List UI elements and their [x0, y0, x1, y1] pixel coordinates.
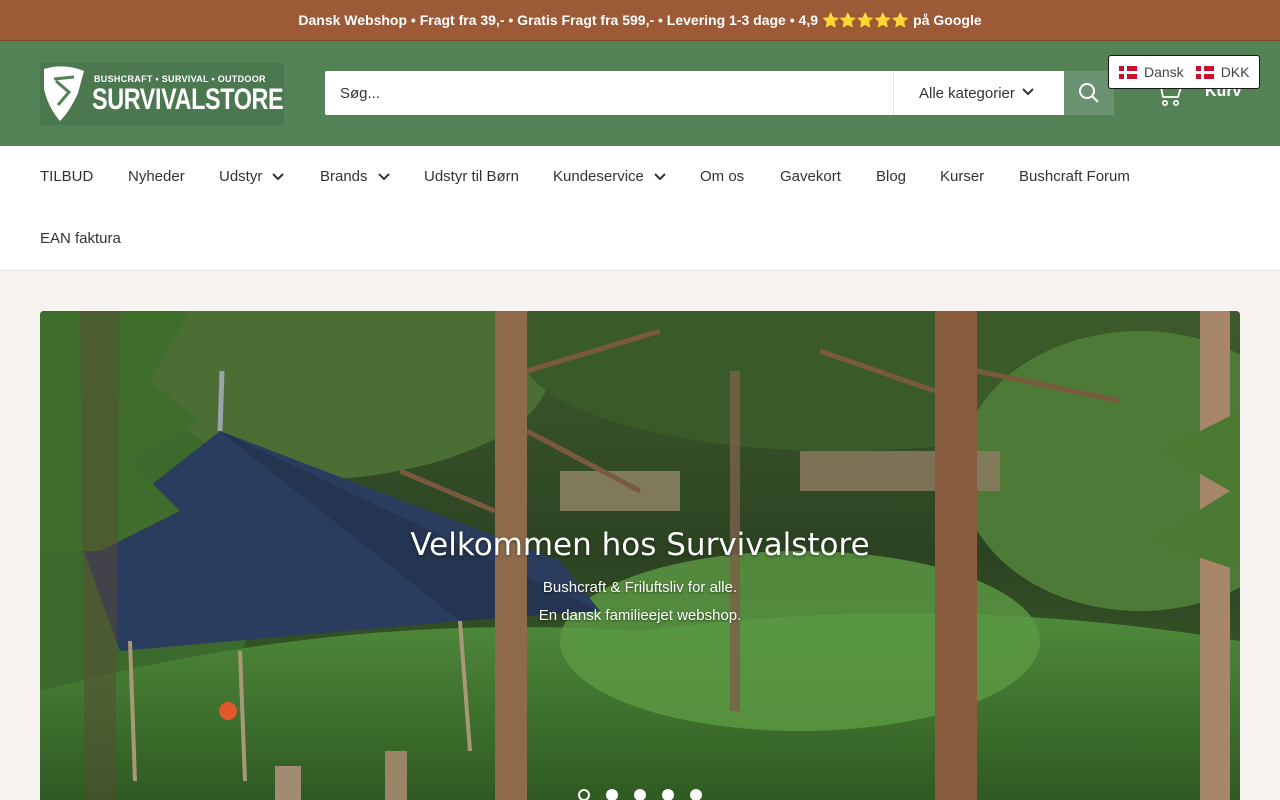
language-label: Dansk	[1144, 64, 1184, 80]
nav-item-om-os[interactable]: Om os	[700, 168, 744, 185]
announcement-google: på Google	[913, 12, 982, 28]
nav-item-label: EAN faktura	[40, 230, 121, 247]
nav-item-udstyr[interactable]: Udstyr	[219, 168, 285, 185]
nav-item-label: TILBUD	[40, 168, 94, 185]
logo-name: SURVIVALSTORE	[92, 83, 284, 116]
rating-stars: ⭐⭐⭐⭐⭐	[822, 11, 910, 28]
chevron-down-icon	[272, 172, 285, 180]
language-selector[interactable]: Dansk	[1119, 64, 1184, 80]
search-icon	[1079, 83, 1099, 103]
hero-slideshow[interactable]: Velkommen hos Survivalstore Bushcraft & …	[40, 311, 1240, 800]
site-logo[interactable]: BUSHCRAFT • SURVIVAL • OUTDOOR SURVIVALS…	[40, 63, 284, 125]
nav-item-gavekort[interactable]: Gavekort	[780, 168, 841, 185]
denmark-flag-icon	[1195, 65, 1214, 79]
search-input[interactable]	[325, 71, 893, 115]
locale-selector[interactable]: Dansk DKK	[1108, 55, 1260, 89]
search-button[interactable]	[1064, 71, 1114, 115]
currency-selector[interactable]: DKK	[1195, 64, 1250, 80]
currency-label: DKK	[1220, 64, 1250, 80]
slide-dot-2[interactable]	[606, 789, 618, 800]
slide-dot-5[interactable]	[690, 789, 702, 800]
nav-item-ean-faktura[interactable]: EAN faktura	[40, 230, 121, 247]
nav-item-label: Om os	[700, 168, 745, 185]
hero-subtitle-2: En dansk familieejet webshop.	[538, 607, 742, 624]
nav-item-brands[interactable]: Brands	[320, 168, 390, 185]
site-header: BUSHCRAFT • SURVIVAL • OUTDOOR SURVIVALS…	[0, 41, 1280, 146]
nav-item-tilbud[interactable]: TILBUD	[40, 168, 93, 185]
nav-item-label: Nyheder	[128, 168, 185, 185]
hero-subtitle-1: Bushcraft & Friluftsliv for alle.	[542, 579, 738, 596]
chevron-down-icon	[1022, 88, 1034, 96]
main-navigation: TILBUD Nyheder Udstyr Brands Udstyr til …	[0, 146, 1280, 271]
nav-item-bushcraft-forum[interactable]: Bushcraft Forum	[1019, 168, 1130, 185]
category-select[interactable]: Alle kategorier	[893, 71, 1064, 115]
nav-item-label: Blog	[876, 168, 907, 185]
hero-title: Velkommen hos Survivalstore	[410, 527, 870, 563]
slide-indicators	[578, 789, 718, 800]
search-bar: Alle kategorier	[325, 71, 1114, 115]
slide-dot-1[interactable]	[578, 789, 590, 800]
chevron-down-icon	[377, 172, 390, 180]
slide-dot-3[interactable]	[634, 789, 646, 800]
nav-item-label: Kundeservice	[553, 168, 644, 185]
nav-item-label: Bushcraft Forum	[1019, 168, 1130, 185]
chevron-down-icon	[654, 172, 666, 180]
arrowhead-logo-icon	[44, 66, 84, 121]
nav-item-nyheder[interactable]: Nyheder	[128, 168, 185, 185]
nav-item-label: Udstyr	[219, 168, 263, 185]
category-select-label: Alle kategorier	[919, 84, 1015, 102]
announcement-bar: Dansk Webshop • Fragt fra 39,- • Gratis …	[0, 0, 1280, 41]
nav-item-kurser[interactable]: Kurser	[940, 168, 984, 185]
slide-dot-4[interactable]	[662, 789, 674, 800]
nav-item-label: Udstyr til Børn	[424, 168, 520, 185]
nav-item-label: Brands	[320, 168, 368, 185]
nav-item-udstyr-til-boern[interactable]: Udstyr til Børn	[424, 168, 519, 185]
nav-item-label: Gavekort	[780, 168, 841, 185]
nav-item-kundeservice[interactable]: Kundeservice	[553, 168, 666, 185]
nav-item-blog[interactable]: Blog	[876, 168, 906, 185]
denmark-flag-icon	[1119, 65, 1137, 79]
announcement-text: Dansk Webshop • Fragt fra 39,- • Gratis …	[298, 12, 818, 28]
nav-item-label: Kurser	[940, 168, 985, 185]
